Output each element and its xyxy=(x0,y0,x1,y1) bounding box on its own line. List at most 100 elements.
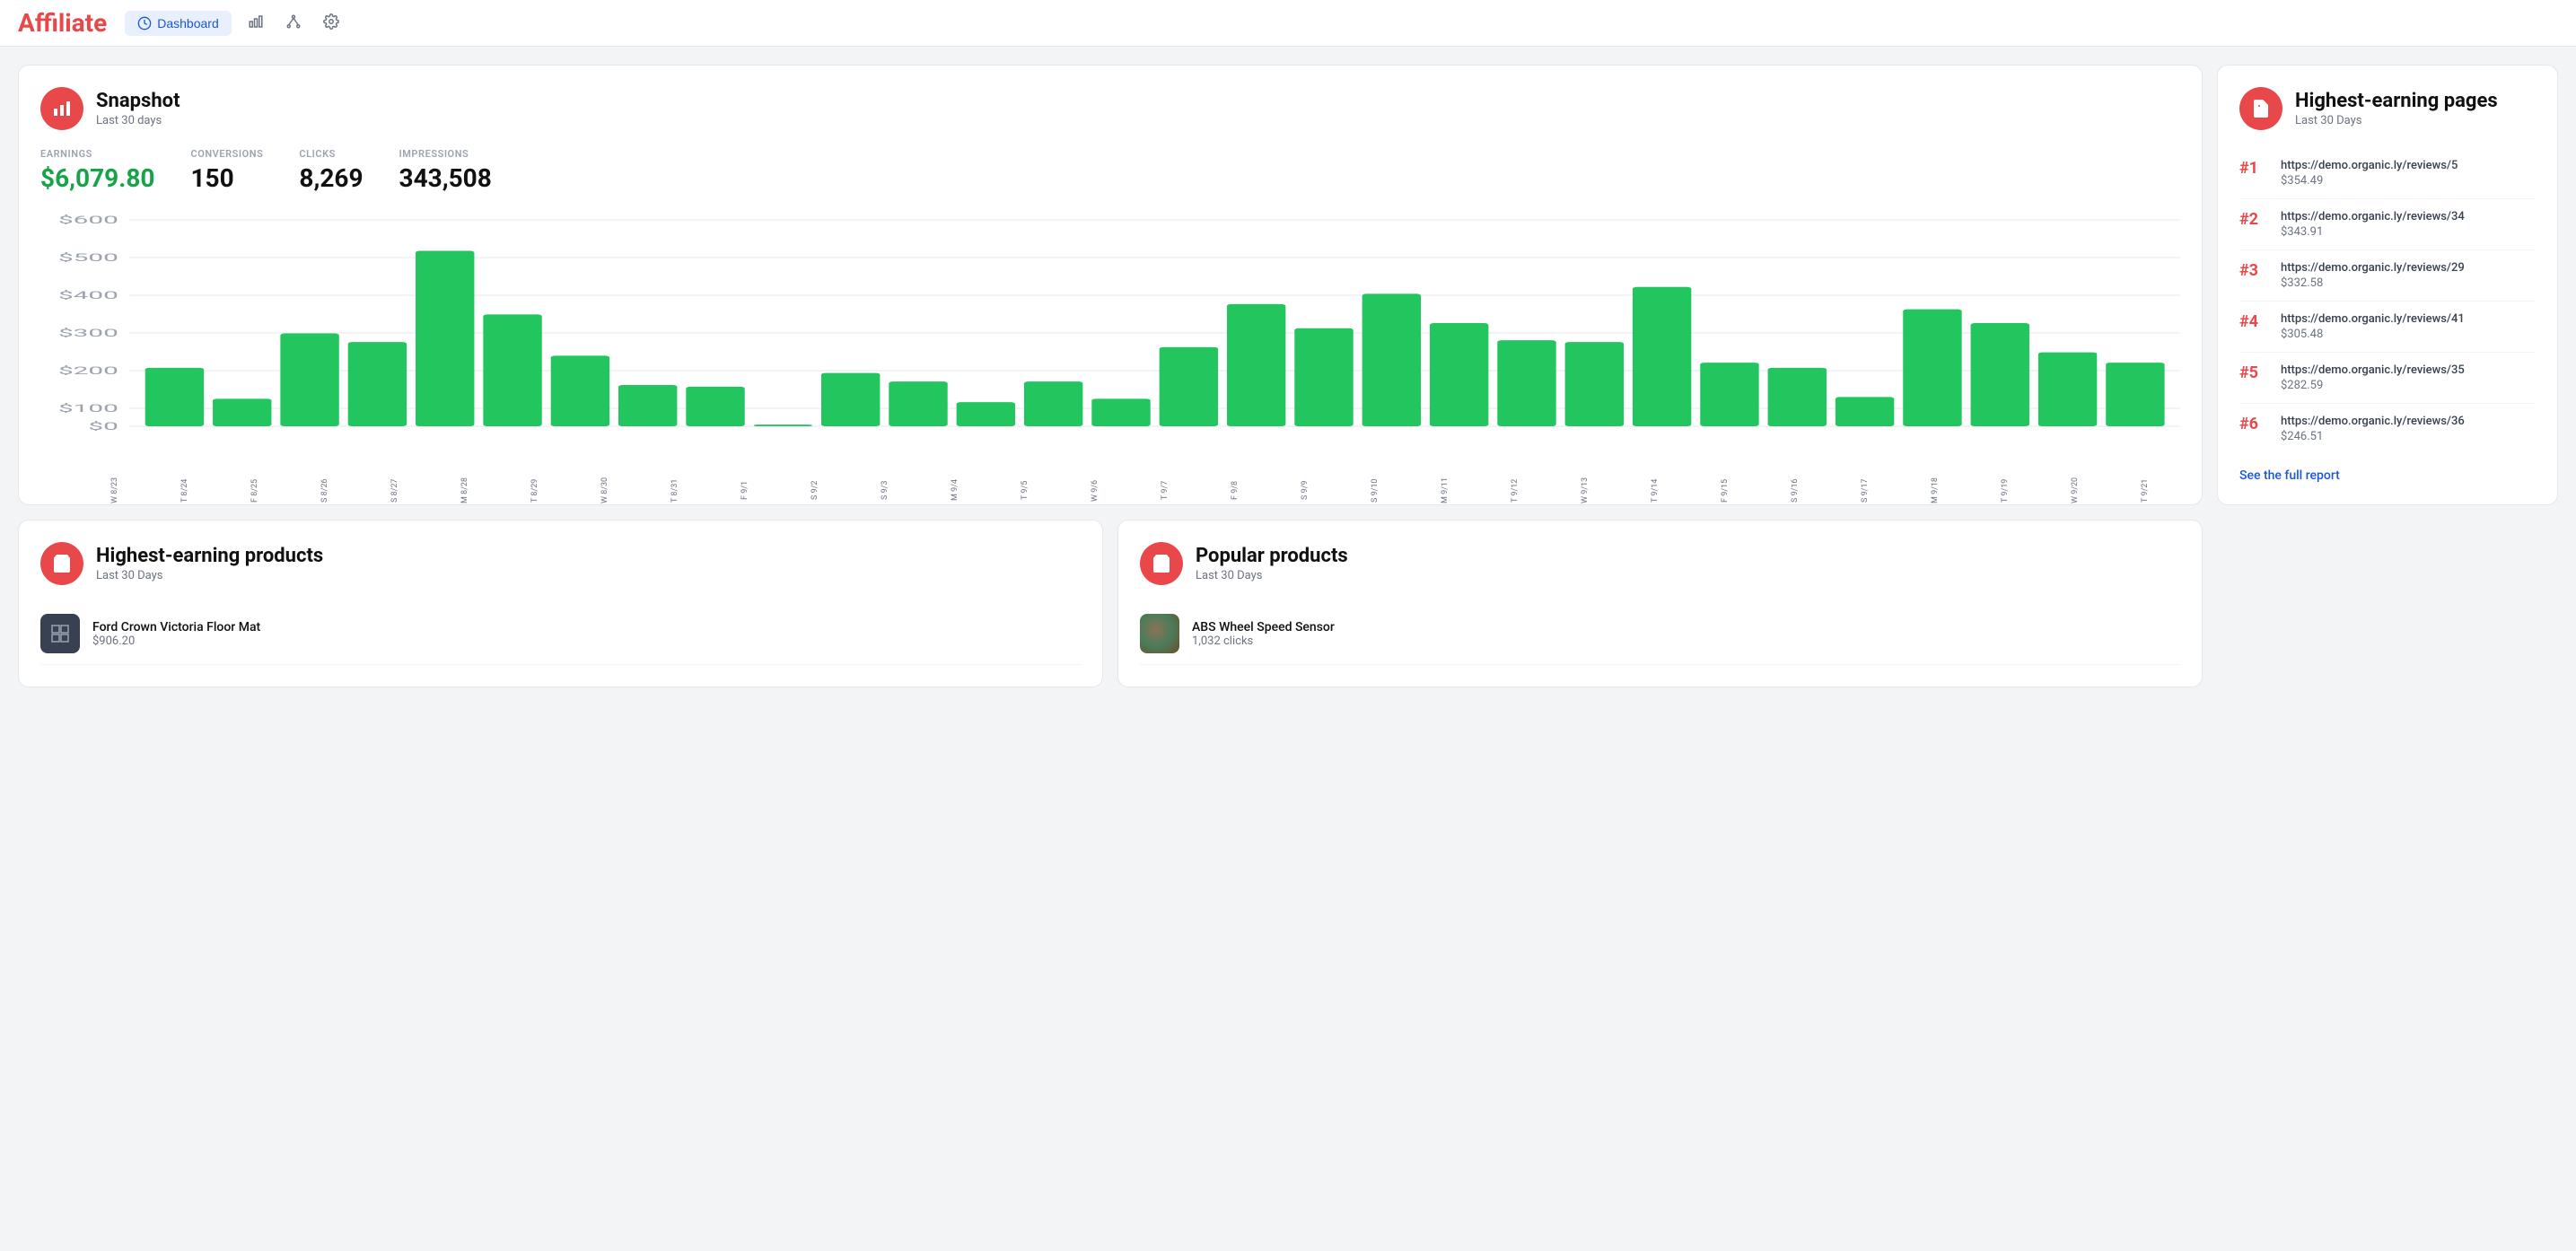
svg-text:$500: $500 xyxy=(58,251,118,264)
chart-x-label: T 9/12 xyxy=(1480,466,1550,515)
page-url[interactable]: https://demo.organic.ly/reviews/29 xyxy=(2281,261,2465,275)
chart-x-label: S 9/2 xyxy=(780,466,850,515)
page-url[interactable]: https://demo.organic.ly/reviews/5 xyxy=(2281,159,2458,172)
chart-x-label: W 8/23 xyxy=(80,466,150,515)
page-rank: #3 xyxy=(2239,261,2266,280)
chart-x-label: W 9/13 xyxy=(1550,466,1620,515)
header: Affiliate Dashboard xyxy=(0,0,2576,47)
settings-nav-icon[interactable] xyxy=(318,8,345,39)
chart-x-label: F 9/15 xyxy=(1690,466,1760,515)
products-title: Highest-earning products xyxy=(96,545,323,567)
conversions-value: 150 xyxy=(190,163,263,193)
svg-text:$100: $100 xyxy=(58,402,118,415)
products-title-group: Highest-earning products Last 30 Days xyxy=(96,545,323,582)
popular-title: Popular products xyxy=(1196,545,1348,567)
app-title: Affiliate xyxy=(18,8,107,38)
page-url[interactable]: https://demo.organic.ly/reviews/41 xyxy=(2281,312,2465,326)
chart-x-label: S 9/10 xyxy=(1340,466,1410,515)
earnings-value: $6,079.80 xyxy=(40,163,154,193)
clicks-label: CLICKS xyxy=(299,148,363,160)
conversions-label: CONVERSIONS xyxy=(190,148,263,160)
svg-text:$400: $400 xyxy=(58,289,118,302)
page-earnings: $282.59 xyxy=(2281,379,2465,392)
popular-header: Popular products Last 30 Days xyxy=(1140,542,2180,585)
product-thumbnail xyxy=(40,614,80,653)
snapshot-subtitle: Last 30 days xyxy=(96,114,180,127)
chart-x-label: F 9/1 xyxy=(710,466,780,515)
pages-card: Highest-earning pages Last 30 Days #1 ht… xyxy=(2217,65,2558,505)
page-item: #2 https://demo.organic.ly/reviews/34 $3… xyxy=(2239,199,2536,250)
popular-title-group: Popular products Last 30 Days xyxy=(1196,545,1348,582)
dashboard-nav-button[interactable]: Dashboard xyxy=(125,11,232,36)
page-url[interactable]: https://demo.organic.ly/reviews/36 xyxy=(2281,415,2465,428)
popular-product-info: ABS Wheel Speed Sensor 1,032 clicks xyxy=(1192,620,1335,648)
pages-icon xyxy=(2239,87,2282,130)
product-item: Ford Crown Victoria Floor Mat $906.20 xyxy=(40,603,1081,665)
impressions-value: 343,508 xyxy=(399,163,492,193)
pages-header: Highest-earning pages Last 30 Days xyxy=(2239,87,2536,130)
page-rank: #4 xyxy=(2239,312,2266,331)
chart-x-label: M 9/18 xyxy=(1900,466,1970,515)
earnings-label: EARNINGS xyxy=(40,148,154,160)
pages-title: Highest-earning pages xyxy=(2295,90,2498,112)
clicks-value: 8,269 xyxy=(299,163,363,193)
main-content: Snapshot Last 30 days EARNINGS $6,079.80… xyxy=(0,47,2576,705)
pages-list: #1 https://demo.organic.ly/reviews/5 $35… xyxy=(2239,148,2536,454)
chart-x-label: T 9/5 xyxy=(990,466,1060,515)
see-full-report-link[interactable]: See the full report xyxy=(2239,468,2536,483)
chart-x-label: T 9/14 xyxy=(1620,466,1690,515)
snapshot-title-group: Snapshot Last 30 days xyxy=(96,90,180,127)
products-header: Highest-earning products Last 30 Days xyxy=(40,542,1081,585)
page-details: https://demo.organic.ly/reviews/34 $343.… xyxy=(2281,210,2465,239)
snapshot-title: Snapshot xyxy=(96,90,180,112)
popular-product-name: ABS Wheel Speed Sensor xyxy=(1192,620,1335,634)
popular-subtitle: Last 30 Days xyxy=(1196,569,1348,582)
chart-svg: $600 $500 $400 $300 $200 $100 $0 xyxy=(40,211,2180,462)
page-rank: #6 xyxy=(2239,415,2266,433)
chart-x-label: T 8/24 xyxy=(150,466,220,515)
page-url[interactable]: https://demo.organic.ly/reviews/34 xyxy=(2281,210,2465,223)
svg-text:$300: $300 xyxy=(58,327,118,339)
chart-x-label: W 9/6 xyxy=(1060,466,1130,515)
page-item: #4 https://demo.organic.ly/reviews/41 $3… xyxy=(2239,302,2536,353)
snapshot-icon xyxy=(40,87,83,130)
chart-x-label: S 9/9 xyxy=(1270,466,1340,515)
chart-x-label: T 9/7 xyxy=(1130,466,1200,515)
page-rank: #2 xyxy=(2239,210,2266,229)
svg-text:$200: $200 xyxy=(58,364,118,377)
page-earnings: $246.51 xyxy=(2281,430,2465,443)
pages-title-group: Highest-earning pages Last 30 Days xyxy=(2295,90,2498,127)
chart-x-label: M 9/4 xyxy=(920,466,990,515)
page-earnings: $305.48 xyxy=(2281,328,2465,341)
stat-earnings: EARNINGS $6,079.80 xyxy=(40,148,154,193)
popular-product-thumbnail xyxy=(1140,614,1179,653)
dashboard-nav-label: Dashboard xyxy=(157,16,219,31)
page-item: #6 https://demo.organic.ly/reviews/36 $2… xyxy=(2239,404,2536,454)
chart-x-label: W 9/20 xyxy=(2040,466,2110,515)
earnings-chart: $600 $500 $400 $300 $200 $100 $0 W 8/23T… xyxy=(40,211,2180,480)
chart-x-label: F 8/25 xyxy=(220,466,290,515)
page-earnings: $354.49 xyxy=(2281,174,2458,188)
popular-icon xyxy=(1140,542,1183,585)
chart-x-label: F 9/8 xyxy=(1200,466,1270,515)
page-details: https://demo.organic.ly/reviews/5 $354.4… xyxy=(2281,159,2458,188)
page-details: https://demo.organic.ly/reviews/36 $246.… xyxy=(2281,415,2465,443)
highest-earning-products-card: Highest-earning products Last 30 Days Fo… xyxy=(18,520,1103,687)
product-value: $906.20 xyxy=(92,634,260,648)
page-details: https://demo.organic.ly/reviews/35 $282.… xyxy=(2281,363,2465,392)
page-item: #3 https://demo.organic.ly/reviews/29 $3… xyxy=(2239,250,2536,302)
page-item: #1 https://demo.organic.ly/reviews/5 $35… xyxy=(2239,148,2536,199)
popular-product-value: 1,032 clicks xyxy=(1192,634,1335,648)
network-nav-icon[interactable] xyxy=(280,8,307,39)
popular-products-card: Popular products Last 30 Days ABS Wheel … xyxy=(1117,520,2203,687)
chart-x-label: M 9/11 xyxy=(1410,466,1480,515)
page-url[interactable]: https://demo.organic.ly/reviews/35 xyxy=(2281,363,2465,377)
impressions-label: IMPRESSIONS xyxy=(399,148,492,160)
chart-x-label: T 9/19 xyxy=(1970,466,2040,515)
page-item: #5 https://demo.organic.ly/reviews/35 $2… xyxy=(2239,353,2536,404)
page-details: https://demo.organic.ly/reviews/41 $305.… xyxy=(2281,312,2465,341)
dashboard-icon xyxy=(137,16,152,31)
snapshot-card: Snapshot Last 30 days EARNINGS $6,079.80… xyxy=(18,65,2203,505)
stats-nav-icon[interactable] xyxy=(242,8,269,39)
stat-impressions: IMPRESSIONS 343,508 xyxy=(399,148,492,193)
